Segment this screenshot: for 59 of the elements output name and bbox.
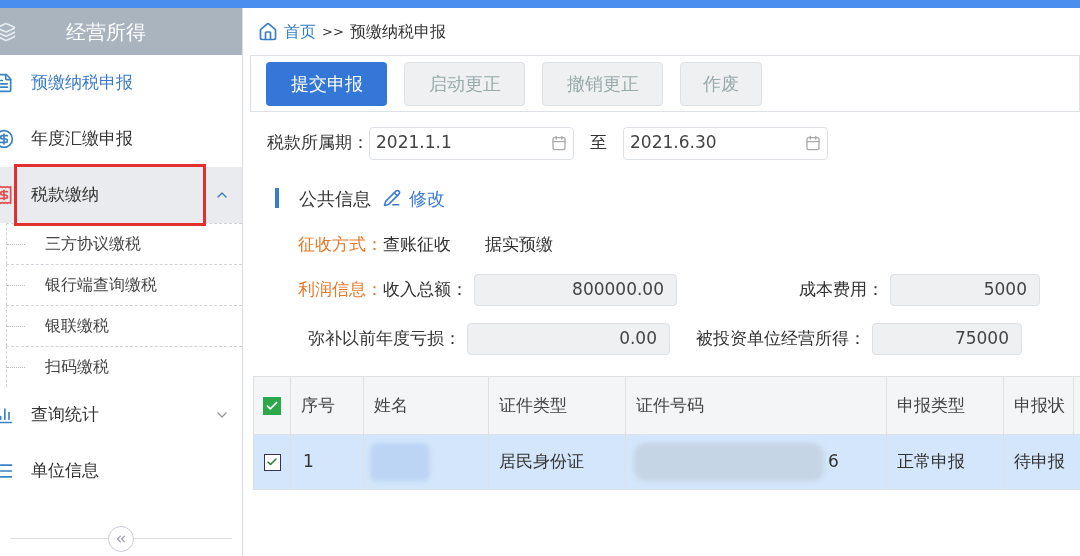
sidebar-item[interactable]: 查询统计 bbox=[0, 387, 242, 443]
row-checkbox[interactable] bbox=[263, 453, 281, 471]
period-label: 税款所属期： bbox=[267, 131, 369, 155]
field-label: 征收方式： bbox=[298, 232, 383, 256]
section-marker bbox=[275, 188, 279, 208]
home-icon bbox=[258, 21, 278, 42]
sidebar-item[interactable]: 单位信息 bbox=[0, 443, 242, 499]
sidebar-title: 经营所得 bbox=[66, 18, 146, 46]
column-header: 证件号码 bbox=[626, 377, 887, 434]
table-cell-text: 6 bbox=[828, 450, 839, 474]
column-header: 证件类型 bbox=[489, 377, 626, 434]
submenu-item[interactable]: 银行端查询缴税 bbox=[45, 273, 157, 297]
table-cell: 正常申报 bbox=[887, 435, 1004, 489]
field-value: 查账征收 bbox=[383, 232, 451, 256]
collapse-button[interactable] bbox=[108, 526, 134, 552]
field-label: 成本费用： bbox=[799, 277, 884, 301]
toolbar-button[interactable]: 提交申报 bbox=[266, 61, 387, 106]
submenu-item[interactable]: 扫码缴税 bbox=[45, 355, 109, 379]
breadcrumb-current: 预缴纳税申报 bbox=[349, 20, 446, 43]
value-field[interactable]: 0.00 bbox=[467, 323, 670, 355]
submenu-item[interactable]: 银联缴税 bbox=[45, 314, 109, 338]
table-cell: 居民身份证 bbox=[489, 435, 626, 489]
coin-icon bbox=[0, 129, 14, 149]
table-row[interactable]: 1 居民身份证 6 正常申报 待申报 bbox=[254, 435, 1080, 490]
submenu-item[interactable]: 三方协议缴税 bbox=[45, 232, 141, 256]
breadcrumb-separator: >> bbox=[322, 22, 344, 41]
column-header: 申报类型 bbox=[887, 377, 1004, 434]
date-field[interactable]: 2021.6.30 bbox=[623, 126, 828, 160]
double-chevron-left-icon bbox=[114, 532, 128, 546]
table-cell: 1 bbox=[291, 435, 364, 489]
value-field[interactable]: 800000.00 bbox=[474, 273, 677, 306]
document-icon bbox=[0, 73, 14, 93]
table-cell-text: 待申报 bbox=[1013, 450, 1066, 474]
value-field[interactable]: 5000 bbox=[890, 273, 1040, 306]
column-header: 申报状 bbox=[1004, 377, 1074, 434]
field-label: 被投资单位经营所得： bbox=[696, 327, 866, 351]
sidebar-item[interactable]: 年度汇缴申报 bbox=[0, 111, 242, 167]
sidebar-item[interactable]: 税款缴纳 bbox=[0, 167, 242, 223]
list-icon bbox=[0, 461, 14, 481]
calendar-icon[interactable] bbox=[551, 135, 567, 151]
field-label: 利润信息： bbox=[298, 277, 383, 301]
field-label: 收入总额： bbox=[383, 277, 468, 301]
date-field[interactable]: 2021.1.1 bbox=[369, 126, 574, 160]
value-field[interactable]: 75000 bbox=[872, 323, 1022, 355]
range-label: 至 bbox=[590, 131, 607, 155]
chart-icon bbox=[0, 405, 14, 425]
column-header: 序号 bbox=[291, 377, 364, 434]
edit-icon bbox=[383, 189, 401, 207]
check-icon bbox=[266, 456, 278, 468]
edit-link[interactable]: 修改 bbox=[409, 184, 445, 212]
field-label: 弥补以前年度亏损： bbox=[308, 327, 461, 351]
calendar-icon[interactable] bbox=[805, 135, 821, 151]
sidebar-item[interactable]: 预缴纳税申报 bbox=[0, 55, 242, 111]
column-header: 姓名 bbox=[364, 377, 489, 434]
header-checkbox[interactable] bbox=[263, 396, 281, 415]
section-title: 公共信息 bbox=[299, 186, 371, 211]
breadcrumb-link[interactable]: 首页 bbox=[284, 19, 316, 44]
field-value: 据实预缴 bbox=[485, 232, 553, 256]
receipt-icon bbox=[0, 185, 14, 205]
